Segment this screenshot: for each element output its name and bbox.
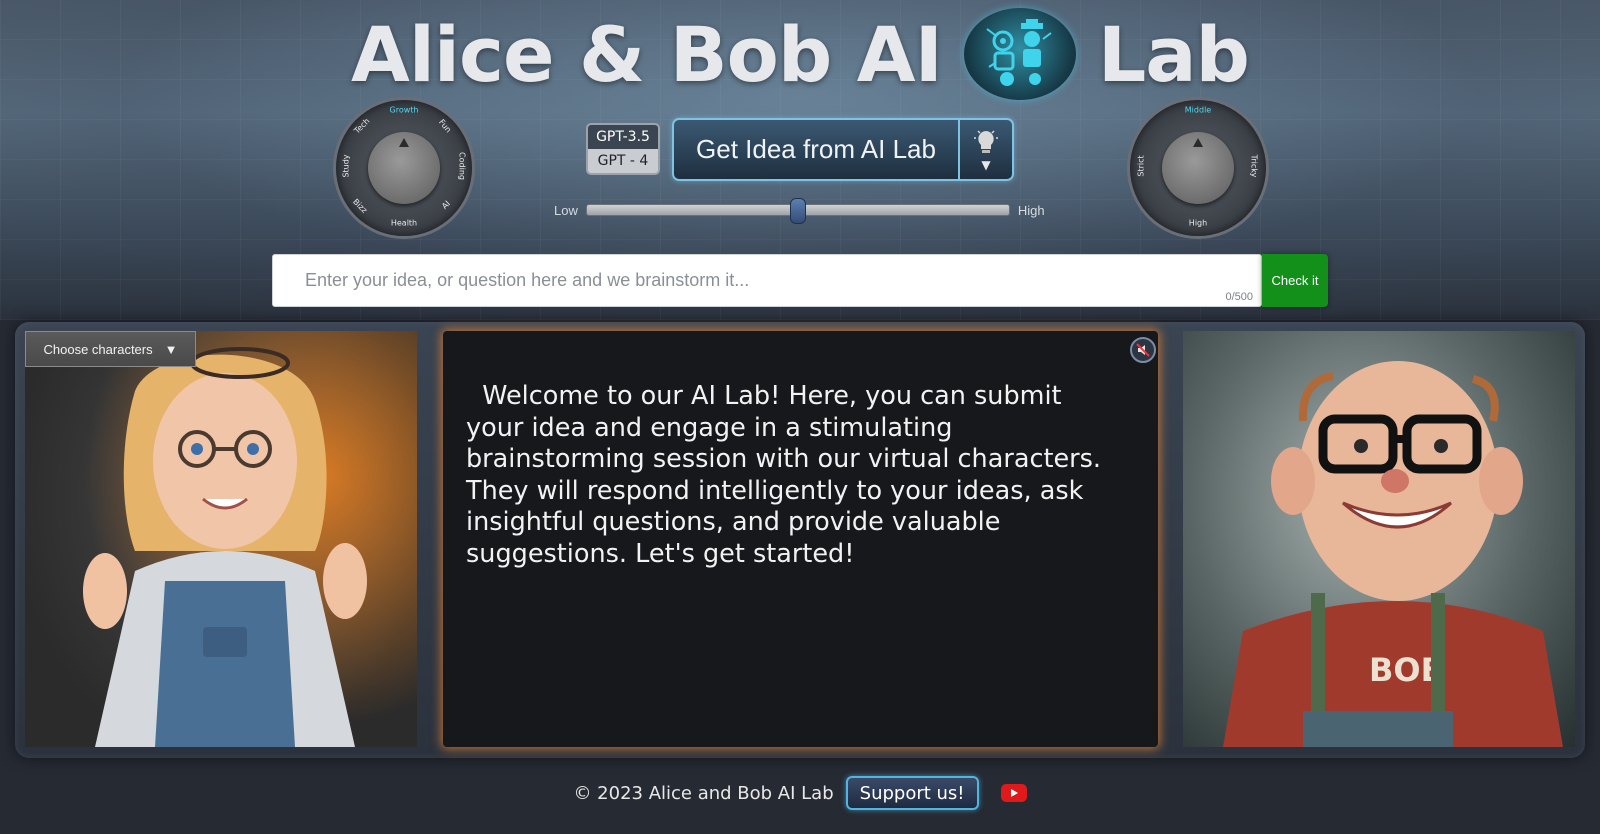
topic-dial-knob[interactable]	[368, 132, 440, 204]
title-text-left: Alice & Bob AI	[351, 9, 943, 99]
dial-label-tech[interactable]: Tech	[352, 116, 371, 135]
difficulty-dial-knob[interactable]	[1162, 132, 1234, 204]
model-option-gpt35[interactable]: GPT-3.5	[588, 125, 658, 149]
choose-characters-label[interactable]: Choose characters	[44, 342, 153, 357]
chat-message: Welcome to our AI Lab! Here, you can sub…	[466, 381, 1110, 569]
slider-min-label: Low	[554, 202, 578, 218]
dial-label-strict[interactable]: Strict	[1137, 155, 1146, 176]
difficulty-dial[interactable]: Middle Tricky High Strict	[1130, 100, 1266, 236]
dial-label-high[interactable]: High	[1189, 219, 1207, 228]
slider-max-label: High	[1017, 202, 1045, 218]
robot-lab-logo-icon	[963, 8, 1076, 100]
mute-sound-button[interactable]	[1130, 337, 1156, 363]
chat-panel: Welcome to our AI Lab! Here, you can sub…	[443, 331, 1158, 747]
chevron-down-icon: ▼	[981, 157, 991, 172]
bob-portrait: BOB	[1183, 331, 1575, 747]
dial-label-coding[interactable]: Coding	[458, 152, 467, 180]
topic-dial[interactable]: Growth Fun Coding AI Health Bizz Study T…	[336, 100, 472, 236]
idea-input[interactable]	[273, 255, 1261, 306]
youtube-icon[interactable]	[1000, 784, 1027, 802]
dial-label-health[interactable]: Health	[391, 219, 417, 228]
check-it-button[interactable]: Check it	[1262, 254, 1328, 307]
get-idea-label[interactable]: Get Idea from AI Lab	[674, 120, 958, 179]
mute-icon	[1136, 343, 1150, 357]
creativity-slider-row: Low High	[554, 198, 1058, 224]
slider-thumb[interactable]	[789, 198, 806, 224]
choose-characters-dropdown[interactable]: Choose characters ▼	[25, 331, 196, 367]
dial-label-fun[interactable]: Fun	[437, 118, 453, 135]
dial-label-ai[interactable]: AI	[440, 199, 452, 211]
get-idea-button[interactable]: Get Idea from AI Lab ▼	[672, 118, 1014, 181]
dial-label-growth[interactable]: Growth	[390, 106, 419, 115]
dial-label-study[interactable]: Study	[342, 154, 351, 177]
lightbulb-icon	[974, 129, 998, 153]
char-counter: 0/500	[1225, 291, 1253, 303]
dial-label-middle[interactable]: Middle	[1185, 106, 1211, 115]
dial-label-tricky[interactable]: Tricky	[1250, 155, 1259, 178]
chevron-down-icon: ▼	[164, 341, 178, 357]
idea-input-container: 0/500	[272, 254, 1262, 307]
dial-label-bizz[interactable]: Bizz	[351, 197, 369, 215]
idea-dropdown-button[interactable]: ▼	[958, 120, 1012, 179]
page-title: Alice & Bob AI Lab	[0, 6, 1600, 102]
alice-portrait	[25, 331, 417, 747]
copyright-text: © 2023 Alice and Bob AI Lab	[573, 782, 834, 804]
model-toggle[interactable]: GPT-3.5 GPT - 4	[586, 123, 660, 175]
title-text-right: Lab	[1097, 9, 1250, 99]
creativity-slider[interactable]	[585, 198, 1010, 224]
model-option-gpt4[interactable]: GPT - 4	[588, 149, 658, 173]
footer: © 2023 Alice and Bob AI Lab Support us!	[0, 770, 1600, 816]
support-us-button[interactable]: Support us!	[845, 776, 979, 810]
